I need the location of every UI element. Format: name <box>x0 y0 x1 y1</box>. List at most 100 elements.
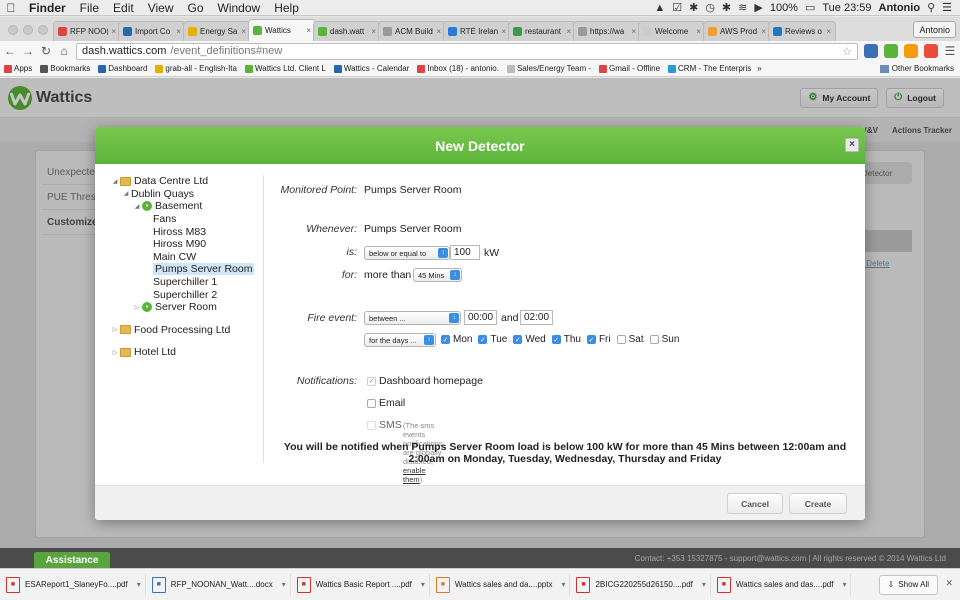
condition-select[interactable]: below or equal to ↕ <box>364 246 450 260</box>
close-tab-icon[interactable]: × <box>176 27 181 36</box>
close-tab-icon[interactable]: × <box>696 27 701 36</box>
close-window-icon[interactable] <box>8 25 18 35</box>
notification-icon[interactable]: ▲ <box>654 2 665 14</box>
time-to-input[interactable]: 02:00 <box>520 310 553 325</box>
browser-tab[interactable]: Welcome × <box>638 21 706 41</box>
reload-icon[interactable]: ↻ <box>40 44 52 58</box>
menu-app[interactable]: Finder <box>22 1 73 15</box>
weekday-option[interactable]: ✓ Thu <box>551 334 581 345</box>
bluetooth-icon[interactable]: ✱ <box>722 1 731 14</box>
spotlight-icon[interactable]: ⚲ <box>927 1 935 14</box>
extension-doc-icon[interactable] <box>864 44 878 58</box>
close-shelf-icon[interactable]: ✕ <box>945 578 953 589</box>
list-icon[interactable]: ☰ <box>942 1 952 14</box>
forward-icon[interactable]: → <box>22 44 34 58</box>
browser-tab[interactable]: restaurant × <box>508 21 576 41</box>
extension-flame-icon[interactable] <box>924 44 938 58</box>
menu-help[interactable]: Help <box>267 1 306 15</box>
zoom-window-icon[interactable] <box>38 25 48 35</box>
bookmark-item[interactable]: Inbox (18) - antonio. <box>417 64 499 73</box>
browser-tab[interactable]: RFP NOO(× <box>53 21 121 41</box>
download-item[interactable]: ■ Wattics sales and das....pdf ▾ <box>716 573 852 596</box>
weekday-checkbox[interactable]: ✓ <box>441 335 450 344</box>
weekday-checkbox[interactable]: ✓ <box>586 335 596 344</box>
fire-mode-select[interactable]: between ... ↕ <box>364 311 461 325</box>
weekday-checkbox[interactable]: ✓ <box>551 335 561 344</box>
home-icon[interactable]: ⌂ <box>58 44 70 58</box>
chevron-down-icon[interactable]: ▾ <box>421 580 425 589</box>
bookmark-item[interactable]: Wattics Ltd. Client L <box>244 64 326 73</box>
menu-edit[interactable]: Edit <box>106 1 141 15</box>
browser-tab[interactable]: dash.watt × <box>313 21 381 41</box>
weekday-option[interactable]: ✓ Wed <box>513 334 546 345</box>
expand-down-icon[interactable]: ◢ <box>132 203 142 210</box>
close-tab-icon[interactable]: × <box>241 27 246 36</box>
chevron-down-icon[interactable]: ▾ <box>137 580 141 589</box>
assistance-button[interactable]: Assistance <box>34 552 110 569</box>
create-button[interactable]: Create <box>789 493 847 514</box>
email-checkbox[interactable] <box>367 398 376 408</box>
settings-icon[interactable]: ✱ <box>689 1 698 14</box>
browser-tab[interactable]: AWS Prod × <box>703 21 771 41</box>
bookmark-item[interactable]: Apps <box>4 64 32 73</box>
tree-node[interactable]: ▷ Hotel Ltd <box>110 346 260 359</box>
expand-down-icon[interactable]: ◢ <box>121 190 131 197</box>
time-machine-icon[interactable]: ◷ <box>705 1 715 14</box>
tree-node[interactable]: ▷ Food Processing Ltd <box>110 324 260 337</box>
chevron-down-icon[interactable]: ▾ <box>561 580 565 589</box>
download-item[interactable]: ■ Wattics sales and da....pptx ▾ <box>435 573 571 596</box>
bookmark-item[interactable]: Dashboard <box>98 64 147 73</box>
expand-right-icon[interactable]: ▷ <box>110 349 120 356</box>
bookmark-item[interactable]: CRM - The Enterpris <box>668 64 751 73</box>
menu-icon[interactable]: ☰ <box>944 44 956 58</box>
weekday-option[interactable]: Sun <box>649 334 679 345</box>
browser-tab[interactable]: Wattics × <box>248 19 316 41</box>
close-tab-icon[interactable]: × <box>566 27 571 36</box>
browser-tab[interactable]: https://wa × <box>573 21 641 41</box>
download-item[interactable]: ■ ESAReport1_SlaneyFo....pdf ▾ <box>6 573 146 596</box>
expand-down-icon[interactable]: ◢ <box>110 178 120 185</box>
bookmark-item[interactable]: grab-all - English-Ita <box>155 64 237 73</box>
tree-node[interactable]: ◢ • Basement <box>110 200 260 213</box>
browser-tab[interactable]: ACM Build × <box>378 21 446 41</box>
other-bookmarks[interactable]: Other Bookmarks <box>879 64 960 73</box>
extension-grid-icon[interactable] <box>884 44 898 58</box>
weekday-checkbox[interactable] <box>649 335 659 344</box>
close-tab-icon[interactable]: × <box>761 27 766 36</box>
clock[interactable]: Tue 23:59 <box>822 2 871 14</box>
bookmark-item[interactable]: Bookmarks <box>40 64 90 73</box>
download-item[interactable]: ■ Wattics Basic Report ....pdf ▾ <box>296 573 430 596</box>
profile-button[interactable]: Antonio <box>913 21 956 38</box>
expand-right-icon[interactable]: ▷ <box>132 304 142 311</box>
close-tab-icon[interactable]: × <box>306 26 311 35</box>
browser-tab[interactable]: Reviews o × <box>768 21 836 41</box>
volume-icon[interactable]: ▶ <box>754 1 762 14</box>
menu-window[interactable]: Window <box>211 1 268 15</box>
bookmark-item[interactable]: Sales/Energy Team - <box>506 64 591 73</box>
chevron-down-icon[interactable]: ▾ <box>842 580 846 589</box>
download-item[interactable]: ■ 2BICG220255d26150....pdf ▾ <box>576 573 711 596</box>
tree-node[interactable]: Superchiller 2 <box>110 288 260 301</box>
threshold-input[interactable]: 100 <box>450 245 480 260</box>
expand-right-icon[interactable]: ▷ <box>110 326 120 333</box>
browser-tab[interactable]: Import Co × <box>118 21 186 41</box>
time-from-input[interactable]: 00:00 <box>464 310 497 325</box>
browser-tab[interactable]: RTÉ Irelan × <box>443 21 511 41</box>
apple-icon[interactable]:  <box>0 1 22 15</box>
minimize-window-icon[interactable] <box>23 25 33 35</box>
close-tab-icon[interactable]: × <box>436 27 441 36</box>
duration-select[interactable]: 45 Mins ↕ <box>413 268 462 282</box>
url-bar[interactable]: dash.wattics.com/event_definitions#new ☆ <box>76 42 858 60</box>
user-name[interactable]: Antonio <box>879 2 921 14</box>
weekday-checkbox[interactable] <box>616 335 626 344</box>
close-tab-icon[interactable]: × <box>826 27 831 36</box>
notif-dashboard[interactable]: ✓ Dashboard homepage <box>367 375 483 387</box>
menu-file[interactable]: File <box>73 1 106 15</box>
notif-email[interactable]: Email <box>367 397 405 409</box>
weekday-option[interactable]: ✓ Mon <box>441 334 472 345</box>
chevron-down-icon[interactable]: ▾ <box>702 580 706 589</box>
close-dialog-icon[interactable]: × <box>845 138 859 152</box>
weekday-checkbox[interactable]: ✓ <box>513 335 523 344</box>
back-icon[interactable]: ← <box>4 44 16 58</box>
browser-tab[interactable]: Energy Sa × <box>183 21 251 41</box>
